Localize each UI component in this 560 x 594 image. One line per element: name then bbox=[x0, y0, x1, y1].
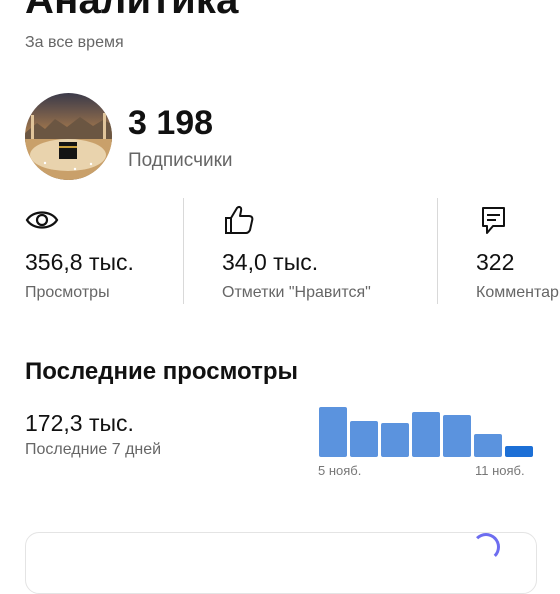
comment-icon bbox=[476, 204, 510, 236]
views-value: 356,8 тыс. bbox=[25, 249, 134, 275]
divider bbox=[183, 198, 184, 304]
chart-bar[interactable] bbox=[474, 434, 502, 457]
thumbs-up-icon bbox=[222, 204, 256, 236]
avatar-image bbox=[25, 93, 112, 180]
chart-end-date: 11 нояб. bbox=[475, 463, 525, 478]
divider bbox=[437, 198, 438, 304]
views-label: Просмотры bbox=[25, 284, 110, 301]
chart-bar[interactable] bbox=[443, 415, 471, 457]
recent-views-period: Последние 7 дней bbox=[25, 441, 162, 458]
likes-value: 34,0 тыс. bbox=[222, 249, 319, 275]
bottom-card[interactable] bbox=[25, 532, 537, 594]
chart-bar[interactable] bbox=[319, 407, 347, 457]
subscribers-count: 3 198 bbox=[128, 104, 214, 142]
comments-value: 322 bbox=[476, 249, 515, 275]
eye-icon bbox=[25, 204, 59, 236]
page-title: Аналитика bbox=[25, 0, 239, 22]
loading-icon bbox=[472, 533, 500, 561]
comments-label: Комментарии bbox=[476, 284, 560, 301]
stat-views[interactable]: 356,8 тыс. Просмотры bbox=[25, 200, 175, 310]
recent-views-title: Последние просмотры bbox=[25, 358, 298, 385]
chart-bar[interactable] bbox=[350, 421, 378, 457]
avatar[interactable] bbox=[25, 93, 112, 180]
chart-bar[interactable] bbox=[381, 423, 409, 457]
stat-likes[interactable]: 34,0 тыс. Отметки "Нравится" bbox=[222, 200, 422, 310]
chart-bar[interactable] bbox=[505, 446, 533, 457]
stat-comments[interactable]: 322 Комментарии bbox=[476, 200, 560, 310]
recent-views-value: 172,3 тыс. bbox=[25, 410, 134, 436]
likes-label: Отметки "Нравится" bbox=[222, 284, 371, 301]
period-label[interactable]: За все время bbox=[25, 34, 124, 52]
chart-start-date: 5 нояб. bbox=[318, 463, 361, 478]
chart-bar[interactable] bbox=[412, 412, 440, 457]
recent-views-chart[interactable]: 5 нояб. 11 нояб. bbox=[310, 398, 550, 488]
subscribers-label: Подписчики bbox=[128, 150, 233, 171]
